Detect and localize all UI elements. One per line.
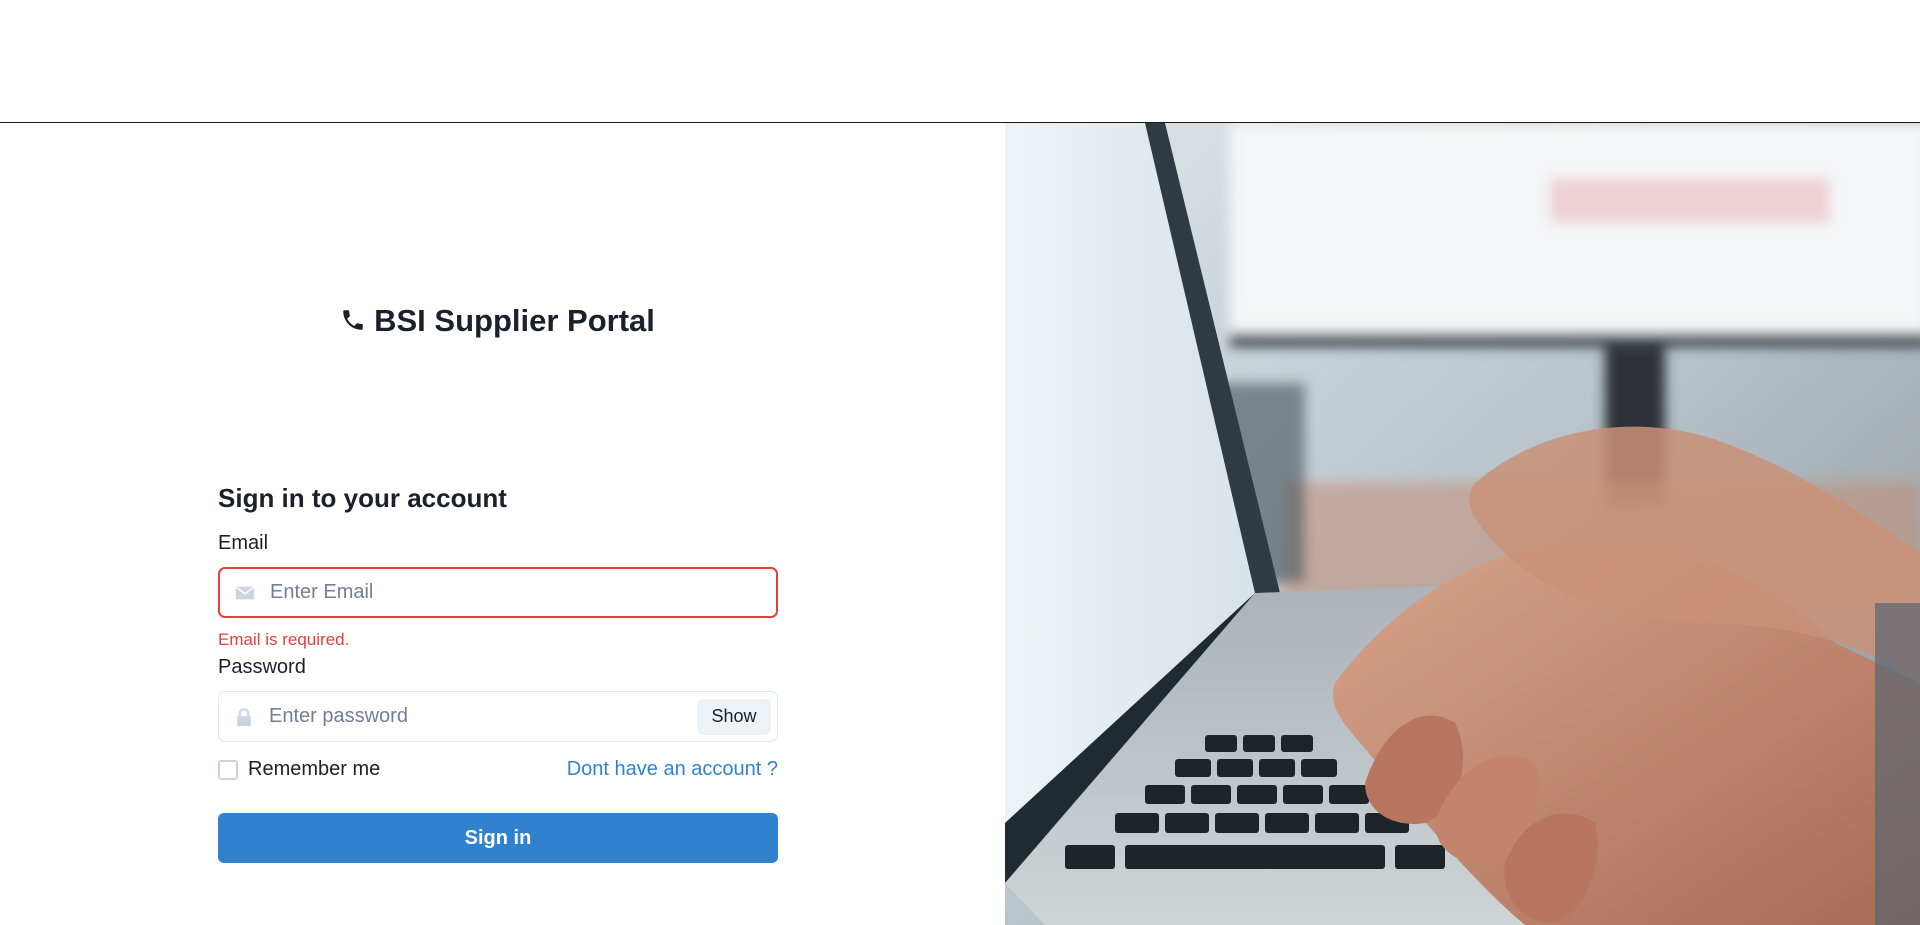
brand-title: BSI Supplier Portal bbox=[374, 303, 655, 338]
password-label: Password bbox=[218, 656, 306, 678]
signin-form: Sign in to your account Email Email is r… bbox=[218, 483, 778, 863]
email-label: Email bbox=[218, 532, 269, 554]
login-panel: BSI Supplier Portal Sign in to your acco… bbox=[0, 123, 1005, 925]
form-options-row: Remember me Dont have an account ? bbox=[218, 758, 778, 781]
email-field-wrapper bbox=[218, 567, 778, 618]
phone-icon bbox=[343, 310, 363, 330]
top-header-bar bbox=[0, 0, 1920, 123]
form-heading: Sign in to your account bbox=[218, 483, 507, 513]
signup-link[interactable]: Dont have an account ? bbox=[567, 758, 778, 781]
remember-me-label: Remember me bbox=[248, 758, 381, 780]
email-input[interactable] bbox=[270, 569, 776, 616]
brand-header: BSI Supplier Portal bbox=[0, 303, 995, 339]
remember-me[interactable]: Remember me bbox=[218, 758, 380, 781]
password-field-wrapper: Show bbox=[218, 691, 778, 742]
signin-button[interactable]: Sign in bbox=[218, 813, 778, 863]
email-error-message: Email is required. bbox=[218, 630, 350, 649]
laptop-typing-illustration bbox=[1005, 123, 1920, 925]
show-password-button[interactable]: Show bbox=[697, 698, 771, 735]
envelope-icon bbox=[235, 585, 255, 599]
lock-icon bbox=[237, 707, 251, 726]
remember-me-checkbox[interactable] bbox=[218, 759, 238, 780]
password-input[interactable] bbox=[269, 692, 697, 741]
hero-image bbox=[1005, 123, 1920, 925]
